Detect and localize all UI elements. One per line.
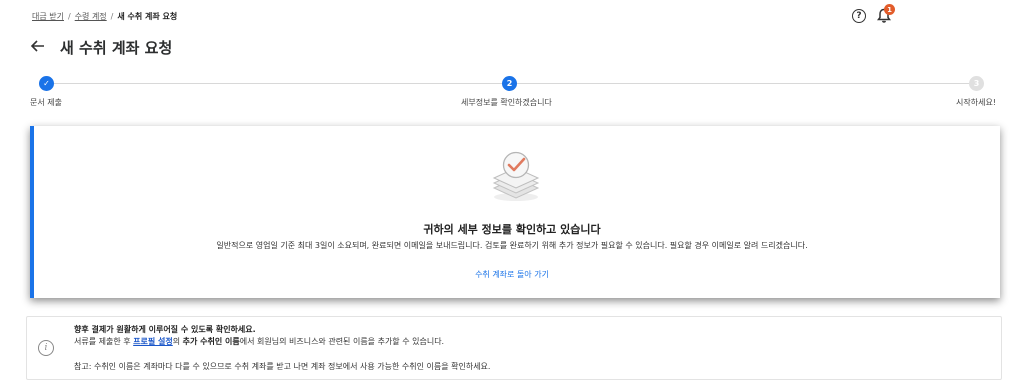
additional-payee-names-label: 추가 수취인 이름	[182, 337, 240, 346]
back-to-receiving-accounts-link[interactable]: 수취 계좌로 돌아 가기	[0, 269, 1024, 280]
step-1-label: 문서 제출	[30, 98, 62, 107]
info-icon: i	[38, 340, 54, 356]
document-check-icon	[492, 151, 540, 201]
step-3-label: 시작하세요!	[956, 98, 997, 107]
breadcrumb-current: 새 수취 계좌 요청	[117, 12, 178, 21]
step-2-current-marker: 2	[502, 76, 517, 91]
card-heading: 귀하의 세부 정보를 확인하고 있습니다	[423, 223, 601, 236]
profile-settings-link[interactable]: 프로필 설정	[133, 337, 173, 346]
info-instructions: 서류를 제출한 후 프로필 설정의 추가 수취인 이름에서 회원님의 비즈니스와…	[74, 336, 444, 347]
breadcrumb-link-get-paid[interactable]: 대금 받기	[32, 11, 64, 22]
info-note: 참고: 수취인 이름은 계좌마다 다를 수 있으므로 수취 계좌를 받고 나면 …	[74, 362, 491, 371]
help-icon[interactable]: ?	[852, 9, 866, 23]
step-1-complete-icon: ✓	[39, 76, 54, 91]
info-title: 향후 결제가 원활하게 이루어질 수 있도록 확인하세요.	[74, 325, 256, 334]
info-text: 서류를 제출한 후	[74, 337, 134, 346]
page-title: 새 수취 계좌 요청	[60, 39, 173, 57]
info-text: 의	[172, 337, 183, 346]
back-arrow-icon[interactable]	[30, 38, 46, 54]
info-text: 에서 회원님의 비즈니스와 관련된 이름을 추가할 수 있습니다.	[239, 337, 445, 346]
breadcrumb-separator: /	[110, 12, 114, 21]
step-3-upcoming-marker: 3	[969, 76, 984, 91]
breadcrumb-link-receiving-accounts[interactable]: 수령 계정	[75, 11, 107, 22]
card-description: 일반적으로 영업일 기준 최대 3일이 소요되며, 완료되면 이메일을 보내드립…	[216, 241, 808, 250]
breadcrumb: 대금 받기 / 수령 계정 / 새 수취 계좌 요청	[32, 11, 177, 22]
step-2-label: 세부정보를 확인하겠습니다	[461, 98, 552, 107]
notification-badge: 1	[884, 4, 895, 15]
breadcrumb-separator: /	[67, 12, 71, 21]
